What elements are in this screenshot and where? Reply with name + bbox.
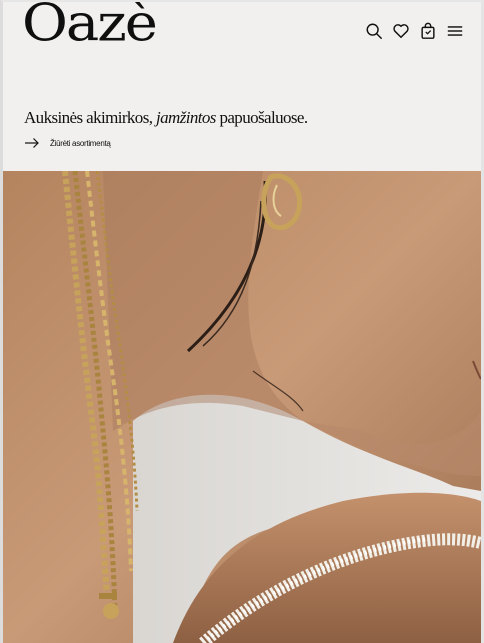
hero-tagline: Auksinės akimirkos, jamžintos papuošaluo… <box>24 108 308 128</box>
site-header: Oazè <box>0 0 484 90</box>
arrow-right-icon <box>25 138 39 148</box>
brand-logo[interactable]: Oazè <box>22 0 158 50</box>
tagline-start: Auksinės akimirkos, <box>24 108 157 127</box>
heart-icon[interactable] <box>391 21 410 40</box>
header-icons <box>364 21 464 40</box>
cart-icon[interactable] <box>418 21 437 40</box>
tagline-emphasis: jamžintos <box>156 108 216 127</box>
hero-image <box>3 171 481 643</box>
menu-icon[interactable] <box>445 21 464 40</box>
view-assortment-link[interactable]: Žiūrėti asortimentą <box>24 137 111 149</box>
tagline-end: papuošaluose. <box>215 108 308 127</box>
view-assortment-label: Žiūrėti asortimentą <box>50 138 111 148</box>
hero-text: Auksinės akimirkos, jamžintos papuošaluo… <box>24 108 308 128</box>
search-icon[interactable] <box>364 21 383 40</box>
